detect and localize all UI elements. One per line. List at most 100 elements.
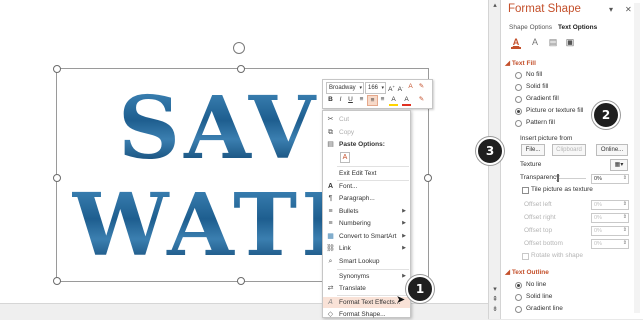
section-title: Text Fill	[511, 60, 536, 67]
menu-label: Cut	[339, 116, 350, 123]
menu-item-paragraph[interactable]: ¶ Paragraph...	[323, 193, 410, 204]
scroll-up-icon[interactable]: ▴	[491, 2, 499, 10]
align-right-button[interactable]: ≡	[378, 95, 387, 104]
radio-pattern-fill[interactable]	[515, 120, 522, 127]
radio-picture-texture-fill[interactable]	[515, 108, 522, 115]
offset-right-label: Offset right	[524, 214, 556, 221]
smart-lookup-icon: ⌕	[328, 258, 333, 265]
menu-item-smart-lookup[interactable]: ⌕ Smart Lookup	[323, 256, 410, 267]
menu-item-numbering[interactable]: ≡ Numbering ▶	[323, 218, 410, 229]
callout-badge-3: 3	[476, 137, 504, 165]
textbox-icon[interactable]: ▤	[548, 37, 558, 47]
rotate-handle[interactable]	[233, 42, 245, 54]
menu-item-link[interactable]: ⛓ Link ▶	[323, 243, 410, 254]
resize-handle-l[interactable]	[53, 174, 61, 182]
paste-icon: ▤	[327, 141, 334, 148]
resize-handle-bl[interactable]	[53, 277, 61, 285]
transparency-slider-thumb[interactable]	[557, 174, 559, 182]
tab-shape-options[interactable]: Shape Options	[509, 24, 552, 31]
radio-solid-fill[interactable]	[515, 84, 522, 91]
next-slide-icon[interactable]: ⇟	[491, 306, 499, 314]
menu-item-cut[interactable]: ✂ Cut	[323, 114, 410, 125]
menu-item-format-shape[interactable]: ◇ Format Shape...	[323, 309, 410, 320]
menu-item-copy[interactable]: ⧉ Copy	[323, 127, 410, 138]
font-size-box[interactable]: 166 ▾	[365, 82, 386, 94]
radio-no-fill[interactable]	[515, 72, 522, 79]
resize-handle-r[interactable]	[424, 174, 432, 182]
font-name-value: Broadway	[329, 85, 356, 91]
pane-scrollbar[interactable]	[634, 3, 640, 313]
resize-handle-b[interactable]	[237, 277, 245, 285]
offset-left-value: 0%	[594, 202, 602, 208]
align-center-button[interactable]: ≡	[367, 95, 378, 106]
prev-slide-icon[interactable]: ⇞	[491, 296, 499, 304]
clipboard-button[interactable]: Clipboard	[552, 144, 586, 156]
texture-picker-button[interactable]: ▦▾	[610, 159, 628, 171]
menu-item-bullets[interactable]: ≡ Bullets ▶	[323, 206, 410, 217]
picture-icon[interactable]: ▣	[565, 37, 575, 47]
resize-handle-t[interactable]	[237, 65, 245, 73]
offset-right-input[interactable]: 0% ⇕	[591, 213, 629, 223]
radio-solid-line[interactable]	[515, 294, 522, 301]
offset-bottom-input[interactable]: 0% ⇕	[591, 239, 629, 249]
tab-text-options[interactable]: Text Options	[558, 24, 597, 31]
section-text-outline[interactable]: ◢ Text Outline	[505, 268, 549, 276]
menu-label: Link	[339, 245, 351, 252]
callout-badge-1: 1	[406, 275, 434, 303]
menu-item-exit-edit-text[interactable]: Exit Edit Text	[323, 168, 410, 179]
underline-button[interactable]: U	[346, 95, 355, 104]
align-left-button[interactable]: ≡	[357, 95, 366, 104]
grow-font-icon[interactable]: A+	[387, 82, 396, 93]
context-menu: ✂ Cut ⧉ Copy ▤ Paste Options: A Exit Edit T…	[322, 110, 411, 318]
scroll-down-icon[interactable]: ▾	[491, 286, 499, 294]
section-text-fill[interactable]: ◢ Text Fill	[505, 59, 536, 67]
font-color-button[interactable]: A	[402, 95, 411, 106]
spinner-icon: ⇕	[622, 175, 627, 181]
numbering-icon: ≡	[328, 220, 333, 227]
cut-icon: ✂	[327, 116, 334, 123]
resize-handle-tl[interactable]	[53, 65, 61, 73]
format-brush-button[interactable]: ✎	[417, 95, 426, 104]
spinner-icon: ⇕	[622, 201, 627, 207]
offset-top-input[interactable]: 0% ⇕	[591, 226, 629, 236]
close-icon[interactable]: ✕	[625, 5, 632, 14]
menu-item-translate[interactable]: ⇄ Translate	[323, 283, 410, 294]
menu-label: Numbering	[339, 220, 371, 227]
pane-options-icon[interactable]: ▾	[609, 5, 613, 14]
option-gradient-fill: Gradient fill	[526, 95, 559, 102]
font-name-box[interactable]: Broadway ▾	[326, 82, 364, 94]
tile-picture-checkbox[interactable]	[522, 187, 529, 194]
offset-left-input[interactable]: 0% ⇕	[591, 200, 629, 210]
transparency-slider-track[interactable]	[557, 178, 586, 179]
smartart-icon: ▦	[327, 233, 334, 240]
paste-option-keep-text[interactable]: A	[323, 151, 410, 164]
menu-label: Format Shape...	[339, 311, 386, 318]
copy-icon: ⧉	[328, 129, 333, 136]
transparency-input[interactable]: 0% ⇕	[591, 174, 629, 184]
italic-button[interactable]: I	[336, 95, 345, 104]
horizontal-scrollbar[interactable]	[0, 303, 488, 320]
offset-top-value: 0%	[594, 228, 602, 234]
font-size-value: 166	[368, 85, 379, 91]
slide-canvas[interactable]: SAVE WATER	[0, 0, 488, 303]
menu-item-synonyms[interactable]: Synonyms ▶	[323, 271, 410, 282]
menu-item-convert-smartart[interactable]: ▦ Convert to SmartArt ▶	[323, 231, 410, 242]
file-button[interactable]: File...	[521, 144, 545, 156]
radio-gradient-line[interactable]	[515, 306, 522, 313]
mouse-cursor-icon: ➤	[396, 294, 406, 306]
text-effects-icon[interactable]: A	[530, 37, 540, 47]
clear-format-icon[interactable]: A	[406, 82, 415, 91]
radio-gradient-fill[interactable]	[515, 96, 522, 103]
text-fill-outline-icon[interactable]: A	[511, 37, 521, 49]
rotate-with-shape-checkbox[interactable]	[522, 253, 529, 260]
format-shape-icon: ◇	[327, 311, 334, 318]
paragraph-icon: ¶	[328, 195, 333, 202]
option-no-line: No line	[526, 281, 547, 288]
bold-button[interactable]: B	[326, 95, 335, 104]
radio-no-line[interactable]	[515, 282, 522, 289]
highlight-color-button[interactable]: A	[389, 95, 398, 106]
format-painter-icon[interactable]: ✎	[417, 82, 426, 91]
menu-item-font[interactable]: A Font...	[323, 181, 410, 192]
shrink-font-icon[interactable]: A-	[396, 82, 405, 93]
online-button[interactable]: Online...	[596, 144, 628, 156]
